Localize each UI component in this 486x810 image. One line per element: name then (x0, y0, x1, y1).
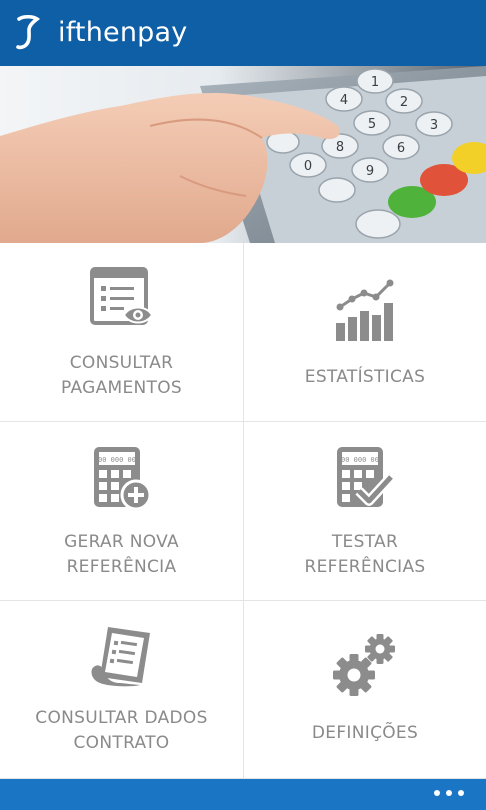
tile-label: DEFINIÇÕES (311, 723, 419, 743)
tile-consultar-dados-contrato[interactable]: CONSULTAR DADOS CONTRATO (0, 601, 244, 779)
svg-text:3: 3 (430, 118, 438, 133)
hero-banner: 1 4 2 5 3 8 6 0 9 (0, 66, 486, 243)
payment-terminal-keypad-photo: 1 4 2 5 3 8 6 0 9 (0, 66, 486, 243)
svg-text:5: 5 (368, 117, 376, 132)
svg-text:9: 9 (366, 164, 374, 179)
tile-consultar-pagamentos[interactable]: CONSULTAR PAGAMENTOS (0, 243, 244, 422)
tile-label: GERAR NOVA REFERÊNCIA (64, 532, 179, 577)
app-header: ifthenpay (0, 0, 486, 66)
svg-text:0: 0 (304, 159, 312, 174)
svg-text:000 000 000: 000 000 000 (337, 456, 383, 464)
svg-text:4: 4 (340, 93, 348, 108)
tile-label: CONSULTAR DADOS CONTRATO (35, 708, 208, 753)
svg-text:2: 2 (400, 95, 408, 110)
svg-text:1: 1 (371, 75, 379, 90)
tile-estatisticas[interactable]: ESTATÍSTICAS (244, 243, 486, 422)
app-title: ifthenpay (58, 17, 188, 48)
menu-tiles-grid: CONSULTAR PAGAMENTOS ESTATÍSTICAS 000 00… (0, 243, 486, 779)
svg-text:8: 8 (336, 140, 344, 155)
calculator-add-icon: 000 000 000 (93, 447, 151, 511)
tile-gerar-nova-referencia[interactable]: 000 000 000 GERAR NOVA REFERÊNCIA (0, 422, 244, 601)
settings-gears-icon (333, 634, 395, 696)
svg-text:000 000 000: 000 000 000 (93, 456, 139, 464)
statistics-chart-icon (336, 279, 394, 341)
tile-label: ESTATÍSTICAS (304, 367, 426, 387)
svg-text:6: 6 (397, 141, 405, 156)
payment-list-view-icon (89, 267, 153, 325)
tile-label: TESTAR REFERÊNCIAS (304, 532, 426, 577)
tile-label: CONSULTAR PAGAMENTOS (61, 353, 182, 398)
app-bar (0, 779, 486, 810)
ifthenpay-logo-icon (16, 14, 41, 50)
calculator-check-icon: 000 000 000 (337, 447, 395, 507)
tile-definicoes[interactable]: DEFINIÇÕES (244, 601, 486, 779)
tile-testar-referencias[interactable]: 000 000 000 TESTAR REFERÊNCIAS (244, 422, 486, 601)
more-options-icon[interactable] (434, 786, 464, 800)
contract-document-icon (90, 627, 150, 687)
